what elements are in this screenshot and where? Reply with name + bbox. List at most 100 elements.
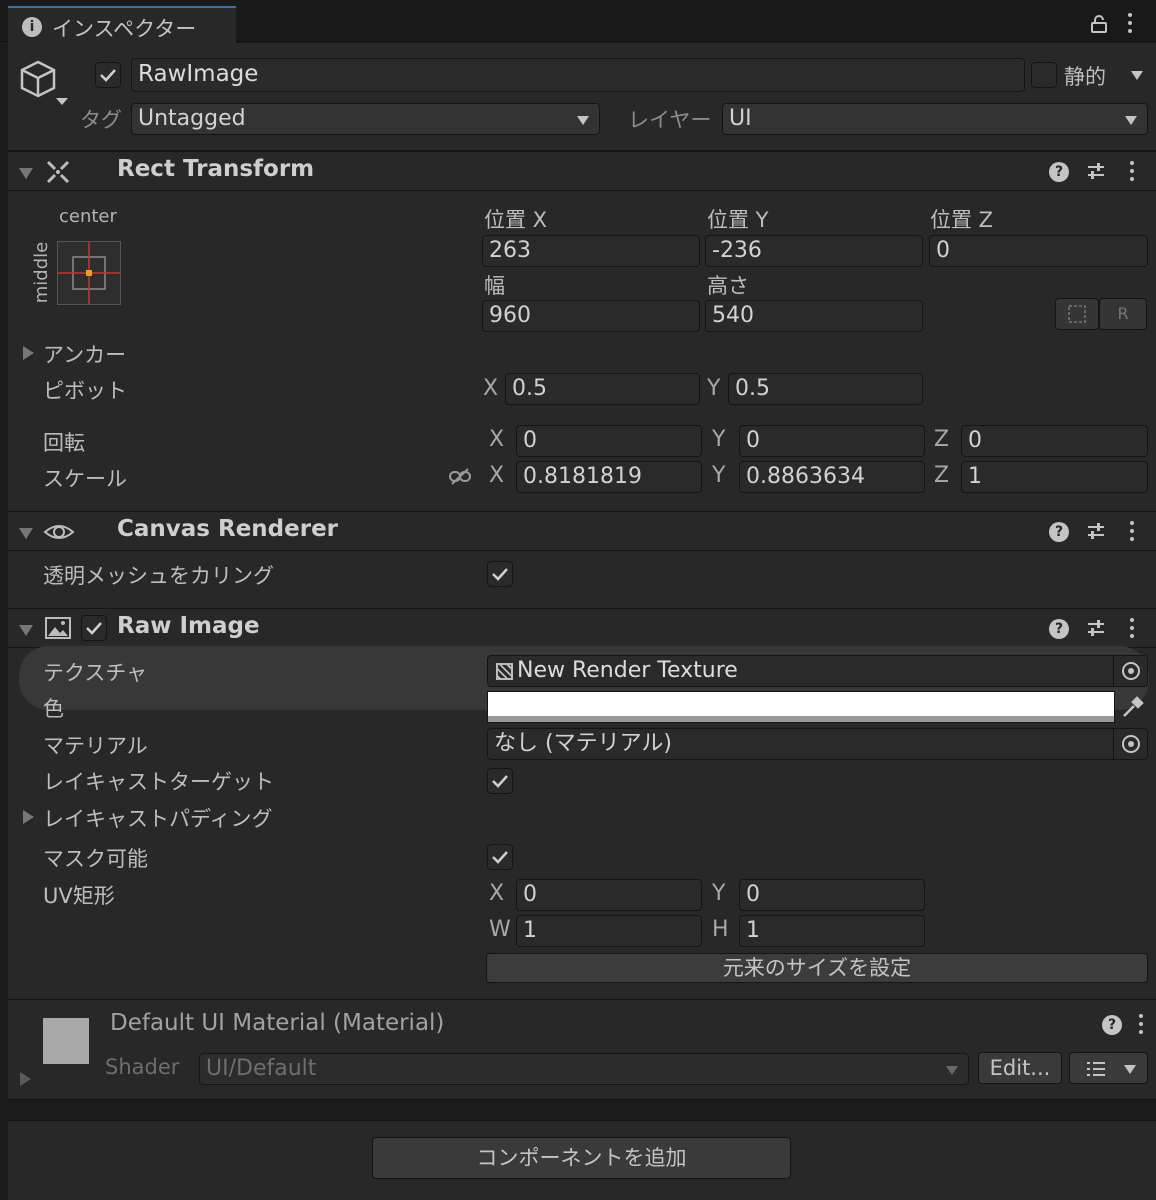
color-swatch[interactable] — [487, 691, 1115, 723]
help-icon[interactable]: ? — [1049, 522, 1069, 542]
preset-icon[interactable] — [1086, 618, 1106, 638]
uv-w-input[interactable]: 1 — [516, 915, 702, 947]
foldout-arrow-icon[interactable] — [19, 625, 33, 636]
uv-y-axis[interactable]: Y — [712, 881, 725, 906]
chevron-down-icon — [1125, 116, 1137, 125]
static-checkbox[interactable] — [1031, 62, 1057, 88]
rot-y-axis[interactable]: Y — [712, 427, 725, 452]
material-foldout-icon[interactable] — [20, 1072, 31, 1086]
uv-y-input[interactable]: 0 — [739, 879, 925, 911]
pivot-x-axis[interactable]: X — [483, 376, 498, 401]
material-field[interactable]: なし (マテリアル) — [487, 728, 1148, 760]
rot-z-axis[interactable]: Z — [934, 427, 949, 452]
scale-z-input[interactable]: 1 — [961, 461, 1148, 493]
uv-w-axis[interactable]: W — [489, 917, 511, 942]
shader-dropdown[interactable]: UI/Default — [199, 1053, 969, 1085]
pos-z-input[interactable]: 0 — [929, 235, 1148, 267]
scale-x-axis[interactable]: X — [489, 463, 504, 488]
uv-h-input[interactable]: 1 — [739, 915, 925, 947]
pivot-label: ピボット — [43, 379, 127, 403]
help-icon[interactable]: ? — [1049, 162, 1069, 182]
texture-label: テクスチャ — [43, 661, 148, 685]
raw-image-enabled-checkbox[interactable] — [81, 615, 107, 641]
shader-label: Shader — [105, 1055, 180, 1079]
canvas-renderer-header[interactable]: Canvas Renderer ? — [8, 511, 1156, 551]
uv-h-axis[interactable]: H — [712, 917, 729, 942]
component-menu-icon[interactable] — [1129, 521, 1135, 543]
add-component-button[interactable]: コンポーネントを追加 — [372, 1137, 791, 1179]
preset-icon[interactable] — [1086, 161, 1106, 181]
pos-x-input[interactable]: 263 — [482, 235, 700, 267]
rot-x-input[interactable]: 0 — [516, 425, 702, 457]
component-menu-icon[interactable] — [1129, 618, 1135, 640]
cull-transparent-checkbox[interactable] — [487, 561, 513, 587]
anchor-v-label: middle — [31, 241, 53, 304]
scale-y-axis[interactable]: Y — [712, 463, 725, 488]
texture-field[interactable]: New Render Texture — [487, 655, 1148, 687]
set-native-size-button[interactable]: 元来のサイズを設定 — [486, 953, 1148, 983]
raycast-padding-foldout-icon[interactable] — [23, 810, 34, 824]
eye-icon — [43, 520, 75, 544]
alpha-bar — [488, 716, 1114, 722]
uv-x-input[interactable]: 0 — [516, 879, 702, 911]
width-input[interactable]: 960 — [482, 300, 700, 332]
help-icon[interactable]: ? — [1102, 1015, 1122, 1035]
material-menu-icon[interactable] — [1138, 1014, 1144, 1036]
preset-icon[interactable] — [1086, 521, 1106, 541]
pivot-x-input[interactable]: 0.5 — [505, 373, 700, 405]
rect-transform-title: Rect Transform — [117, 156, 315, 182]
rot-z-input[interactable]: 0 — [961, 425, 1148, 457]
component-menu-icon[interactable] — [1129, 161, 1135, 183]
static-label: 静的 — [1064, 65, 1106, 89]
shader-options-button[interactable] — [1069, 1052, 1148, 1084]
object-name-input[interactable]: RawImage — [131, 58, 1025, 92]
rot-x-axis[interactable]: X — [489, 427, 504, 452]
pos-y-input[interactable]: -236 — [705, 235, 923, 267]
pivot-y-axis[interactable]: Y — [707, 376, 720, 401]
scale-x-input[interactable]: 0.8181819 — [516, 461, 702, 493]
raycast-padding-label[interactable]: レイキャストパディング — [43, 803, 273, 833]
shader-edit-button[interactable]: Edit... — [978, 1052, 1062, 1084]
maskable-checkbox[interactable] — [487, 844, 513, 870]
raycast-target-checkbox[interactable] — [487, 768, 513, 794]
rect-transform-header[interactable]: Rect Transform ? — [8, 151, 1156, 191]
rotation-label: 回転 — [43, 431, 85, 455]
anchors-foldout-icon[interactable] — [23, 346, 34, 360]
raw-image-header[interactable]: Raw Image ? — [8, 608, 1156, 648]
pivot-y-input[interactable]: 0.5 — [728, 373, 923, 405]
object-picker-icon[interactable] — [1113, 729, 1147, 759]
object-picker-icon[interactable] — [1113, 656, 1147, 686]
foldout-arrow-icon[interactable] — [19, 528, 33, 539]
tab-inspector[interactable]: i インスペクター — [8, 6, 236, 43]
tab-menu-icon[interactable] — [1127, 13, 1133, 35]
anchors-label[interactable]: アンカー — [43, 339, 126, 369]
material-preview[interactable] — [43, 1018, 89, 1064]
pos-y-label: 位置 Y — [707, 208, 769, 232]
static-dropdown-icon[interactable] — [1131, 71, 1143, 80]
anchor-preset-button[interactable] — [57, 241, 121, 305]
foldout-arrow-icon[interactable] — [19, 168, 33, 179]
scale-z-axis[interactable]: Z — [934, 463, 949, 488]
unlinked-scale-icon[interactable] — [448, 467, 472, 487]
material-label: マテリアル — [43, 734, 148, 758]
maskable-label: マスク可能 — [43, 847, 148, 871]
eyedropper-icon[interactable] — [1120, 694, 1146, 720]
raw-edit-button[interactable]: R — [1099, 298, 1147, 330]
height-input[interactable]: 540 — [705, 300, 923, 332]
height-label: 高さ — [707, 274, 749, 298]
scale-y-input[interactable]: 0.8863634 — [739, 461, 925, 493]
texture-value: New Render Texture — [517, 658, 738, 683]
tag-dropdown[interactable]: Untagged — [131, 103, 600, 135]
pos-z-label: 位置 Z — [930, 208, 994, 232]
layer-dropdown[interactable]: UI — [722, 103, 1148, 135]
gameobject-icon[interactable] — [18, 60, 72, 110]
uv-x-axis[interactable]: X — [489, 881, 504, 906]
lock-icon[interactable] — [1090, 14, 1108, 33]
rot-y-input[interactable]: 0 — [739, 425, 925, 457]
tab-label: インスペクター — [52, 17, 197, 41]
image-icon — [45, 617, 71, 639]
pos-x-label: 位置 X — [484, 208, 548, 232]
help-icon[interactable]: ? — [1049, 619, 1069, 639]
blueprint-mode-button[interactable] — [1055, 298, 1099, 330]
active-checkbox[interactable] — [95, 62, 121, 88]
